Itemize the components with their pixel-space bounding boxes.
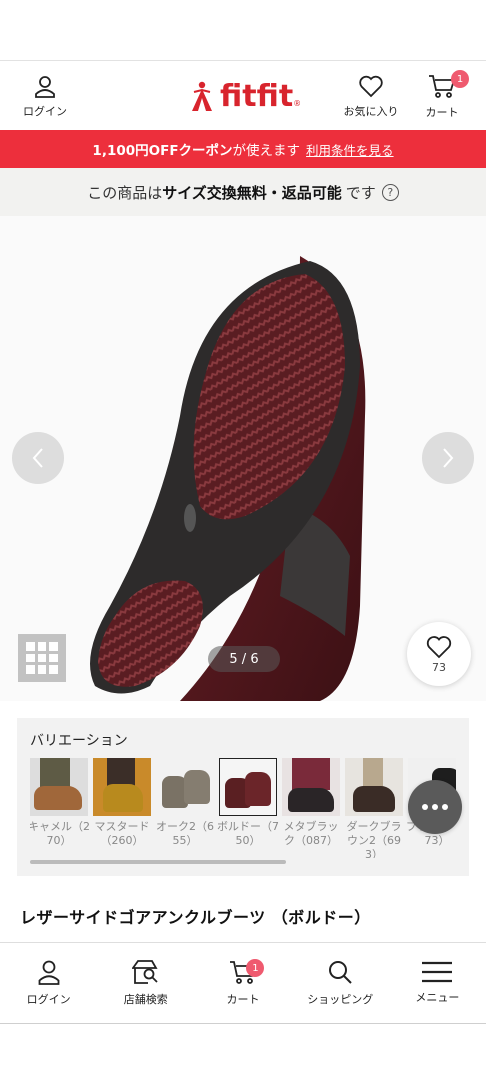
- variation-item[interactable]: キャメル（270）: [30, 758, 90, 858]
- coupon-terms-link[interactable]: 利用条件を見る: [306, 140, 394, 159]
- variation-scrollbar[interactable]: [30, 860, 286, 864]
- cart-count-badge: 1: [246, 959, 265, 977]
- heart-icon: [359, 75, 383, 97]
- nav-menu-label: メニュー: [415, 991, 460, 1004]
- header-favorites-label: お気に入り: [343, 104, 399, 118]
- search-icon: [329, 961, 352, 984]
- variation-item[interactable]: メタブラック（087）: [282, 758, 340, 858]
- nav-store-search-label: 店舗検索: [123, 993, 168, 1006]
- variation-thumbnail: [156, 758, 214, 816]
- variation-name: メタブラック（087）: [283, 820, 339, 847]
- grid-cell: [26, 665, 35, 674]
- nav-cart[interactable]: カート 1: [194, 943, 291, 1023]
- coupon-amount: 1,100円OFFクーポン: [92, 143, 233, 159]
- grid-view-button[interactable]: [18, 634, 66, 682]
- coupon-text: が使えます: [232, 143, 301, 159]
- grid-cell: [37, 665, 47, 674]
- variation-item[interactable]: オーク2（655）: [156, 758, 214, 858]
- logo-text: fitfit: [220, 78, 294, 114]
- chat-button[interactable]: [408, 780, 462, 834]
- grid-cell: [49, 653, 58, 663]
- product-image: [0, 216, 486, 701]
- nav-shopping-label: ショッピング: [307, 993, 374, 1006]
- variation-name: オーク2（655）: [156, 820, 214, 847]
- variation-item-selected[interactable]: ボルドー（750）: [217, 758, 279, 858]
- nav-shopping[interactable]: ショッピング: [292, 943, 389, 1023]
- variation-name: キャメル（270）: [30, 820, 90, 847]
- header-login-button[interactable]: ログイン: [14, 61, 76, 131]
- nav-cart-label: カート: [226, 993, 260, 1006]
- variation-title: バリエーション: [30, 733, 128, 749]
- variation-item[interactable]: マスタード（260）: [93, 758, 151, 858]
- nav-store-search[interactable]: 店舗検索: [97, 943, 194, 1023]
- header-favorites-button[interactable]: お気に入り: [338, 61, 404, 131]
- grid-cell: [26, 642, 35, 651]
- product-image-gallery[interactable]: 5 / 6 73: [0, 216, 486, 701]
- exchange-prefix: この商品は: [87, 183, 163, 202]
- product-title: レザーサイドゴアアンクルブーツ （ボルドー）: [20, 908, 371, 927]
- person-icon: [35, 75, 55, 98]
- cart-count-badge: 1: [451, 70, 469, 88]
- nav-login-label: ログイン: [26, 993, 71, 1006]
- grid-cell: [49, 642, 58, 651]
- store-search-icon: [131, 960, 158, 984]
- exchange-highlight: サイズ交換無料・返品可能: [162, 183, 342, 202]
- chevron-right-icon: [443, 448, 454, 468]
- grid-cell: [37, 653, 47, 663]
- variation-section: バリエーション キャメル（270） マスタード（260） オーク2（655） ボ…: [17, 718, 469, 876]
- chevron-left-icon: [32, 448, 43, 468]
- like-button[interactable]: 73: [407, 622, 471, 686]
- chat-dot: [422, 804, 428, 810]
- header-login-label: ログイン: [23, 104, 67, 118]
- logo-figure-icon: [192, 81, 212, 111]
- bottom-nav: ログイン 店舗検索 カート 1 ショッピング メニュー: [0, 942, 486, 1024]
- site-header: ログイン fitfit ® お気に入り カート 1: [0, 60, 486, 130]
- like-count: 73: [432, 660, 446, 674]
- help-icon[interactable]: ?: [381, 183, 399, 201]
- chat-dot: [442, 804, 448, 810]
- coupon-banner[interactable]: 1,100円OFFクーポン が使えます 利用条件を見る: [0, 130, 486, 168]
- exchange-notice: この商品は サイズ交換無料・返品可能 です ?: [0, 168, 486, 216]
- logo-registered: ®: [293, 99, 302, 108]
- grid-cell: [37, 642, 47, 651]
- nav-menu[interactable]: メニュー: [389, 943, 486, 1023]
- variation-name: ボルドー（750）: [217, 820, 279, 847]
- image-counter: 5 / 6: [208, 646, 280, 672]
- variation-item[interactable]: ダークブラウン2（693）: [345, 758, 403, 858]
- variation-thumbnail: [282, 758, 340, 816]
- variation-thumbnail: [219, 758, 277, 816]
- gallery-next-button[interactable]: [422, 432, 474, 484]
- variation-name: ダークブラウン2（693）: [346, 820, 402, 858]
- variation-name: マスタード（260）: [94, 820, 150, 847]
- header-cart-label: カート: [425, 105, 459, 119]
- variation-thumbnail: [345, 758, 403, 816]
- grid-cell: [26, 653, 35, 663]
- gallery-prev-button[interactable]: [12, 432, 64, 484]
- chat-dot: [432, 804, 438, 810]
- grid-cell: [49, 665, 58, 674]
- variation-thumbnail: [30, 758, 88, 816]
- heart-icon: [426, 635, 452, 658]
- exchange-suffix: です: [345, 183, 376, 202]
- menu-icon: [422, 961, 453, 983]
- fitfit-logo[interactable]: fitfit ®: [188, 78, 301, 114]
- nav-login[interactable]: ログイン: [0, 943, 97, 1023]
- variation-thumbnail: [93, 758, 151, 816]
- variation-list[interactable]: キャメル（270） マスタード（260） オーク2（655） ボルドー（750）: [30, 758, 456, 858]
- person-icon: [38, 960, 59, 985]
- header-cart-button[interactable]: カート 1: [416, 61, 469, 131]
